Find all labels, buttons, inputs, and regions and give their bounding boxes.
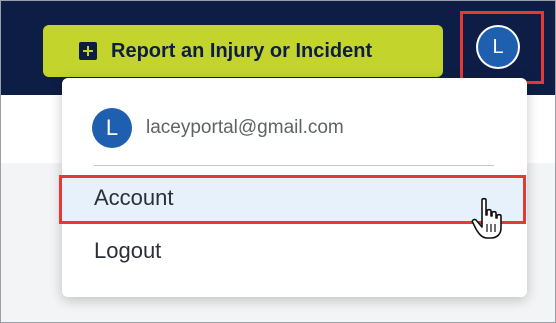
- report-injury-label: Report an Injury or Incident: [111, 39, 373, 62]
- account-highlight-box: [59, 175, 526, 224]
- avatar: L: [92, 108, 132, 148]
- menu-item-logout[interactable]: Logout: [62, 228, 527, 274]
- menu-divider: [94, 165, 494, 166]
- hand-pointer-cursor-icon: [471, 197, 502, 239]
- report-injury-button[interactable]: Report an Injury or Incident: [43, 25, 443, 77]
- avatar-initial: L: [105, 115, 119, 140]
- avatar-highlight-box: [460, 11, 544, 84]
- user-email: laceyportal@gmail.com: [146, 117, 344, 138]
- app-window: Report an Injury or Incident L L laceypo…: [0, 0, 556, 323]
- plus-square-icon: [79, 42, 97, 60]
- user-info: L laceyportal@gmail.com: [92, 108, 344, 148]
- menu-item-label: Logout: [94, 238, 162, 263]
